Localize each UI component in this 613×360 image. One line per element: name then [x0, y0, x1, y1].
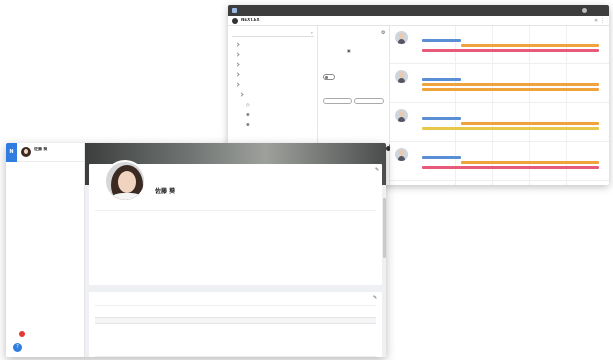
module-header: NEXT.EX ✕ ⋮ [228, 16, 609, 26]
copyright-footer [390, 176, 609, 185]
schedule-bar[interactable] [421, 88, 600, 91]
chevron-icon [235, 62, 240, 67]
user-name: 佐藤 葵 [34, 147, 48, 151]
profile-window: N 佐藤 葵 ? 佐藤 葵 ✎ ✎ [6, 143, 386, 357]
module-title: NEXT.EX [241, 18, 260, 22]
tree-item[interactable]: ◷ [246, 102, 253, 107]
search-icon[interactable]: ⌕ [311, 30, 313, 35]
avatar[interactable] [395, 148, 408, 161]
profile-name: 佐藤 葵 [155, 188, 176, 195]
schedule-bars [418, 68, 603, 99]
filter-chip[interactable] [354, 98, 384, 104]
tree-item[interactable]: ⚉ [246, 112, 253, 117]
tree-item[interactable] [235, 42, 242, 47]
edit-icon[interactable]: ✎ [373, 295, 377, 301]
user-avatar-icon[interactable] [582, 8, 587, 13]
grid-icon[interactable]: ⋮ [600, 18, 605, 24]
schedule-bar[interactable] [421, 127, 600, 130]
profile-photo [104, 160, 146, 202]
divider [95, 210, 376, 211]
people-icon: ⚉ [246, 112, 250, 117]
module-icon [232, 18, 238, 24]
profile-card: 佐藤 葵 ✎ [89, 160, 382, 285]
schedule-grid [390, 26, 609, 185]
divider [95, 305, 376, 306]
chevron-icon [235, 52, 240, 57]
sidebar-header: N 佐藤 葵 [6, 143, 85, 162]
edit-icon[interactable]: ✎ [375, 167, 379, 173]
schedule-bar[interactable] [421, 83, 600, 86]
schedule-bar[interactable] [460, 161, 600, 164]
schedule-bars [418, 146, 603, 177]
schedule-bar[interactable] [421, 156, 461, 159]
settings-icon[interactable]: ⚙ [381, 30, 385, 36]
logo-mark-icon [19, 331, 25, 337]
avatar[interactable] [395, 31, 408, 44]
tree-item[interactable] [235, 52, 242, 57]
tree-item[interactable] [235, 82, 242, 87]
close-icon[interactable]: ✕ [594, 18, 598, 24]
tree-item[interactable] [235, 72, 242, 77]
schedule-bars [418, 107, 603, 138]
avatar[interactable] [395, 109, 408, 122]
help-icon[interactable]: ? [13, 343, 22, 352]
schedule-row [390, 104, 609, 142]
table-header [95, 317, 376, 324]
table-row [95, 325, 376, 357]
avatar[interactable] [395, 70, 408, 83]
basic-info-card: ✎ [89, 292, 382, 357]
chevron-icon [239, 92, 244, 97]
filter-chip[interactable] [323, 98, 352, 104]
schedule-bar[interactable] [421, 117, 461, 120]
chevron-icon [235, 72, 240, 77]
chevron-icon [235, 42, 240, 47]
chevron-icon [235, 82, 240, 87]
clock-icon: ◷ [246, 102, 250, 107]
avatar[interactable] [21, 147, 31, 157]
tree-search-input[interactable]: ⌕ [232, 30, 314, 37]
app-logo-icon[interactable]: N [6, 143, 17, 162]
app-logo-icon [232, 8, 237, 13]
window-title-bar [228, 5, 609, 16]
schedule-bars [418, 29, 603, 60]
scrollbar[interactable] [383, 198, 386, 258]
schedule-row [390, 65, 609, 103]
main-content: 佐藤 葵 ✎ ✎ [85, 143, 386, 357]
tree-item[interactable]: ⚉ [246, 122, 253, 127]
schedule-bar[interactable] [421, 39, 461, 42]
calendar-icon[interactable]: ▣ [347, 48, 351, 53]
schedule-bar[interactable] [421, 49, 600, 52]
schedule-bar[interactable] [421, 78, 461, 81]
people-icon: ⚉ [246, 122, 250, 127]
schedule-row [390, 26, 609, 64]
schedule-bar[interactable] [460, 122, 600, 125]
schedule-bar[interactable] [421, 166, 600, 169]
sidebar: N 佐藤 葵 ? [6, 143, 85, 357]
tree-item[interactable] [239, 92, 246, 97]
tree-item[interactable] [235, 62, 242, 67]
toggle-switch[interactable] [323, 74, 335, 80]
schedule-bar[interactable] [460, 44, 600, 47]
